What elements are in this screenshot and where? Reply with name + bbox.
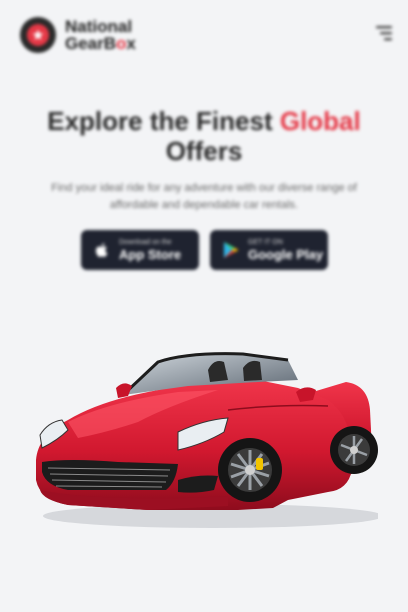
header: National GearBox (0, 0, 408, 72)
menu-icon[interactable] (374, 24, 394, 42)
brand-line-1: National (65, 17, 133, 36)
star-icon (32, 29, 44, 40)
hero-title: Explore the Finest Global Offers (47, 106, 361, 166)
apple-icon (95, 243, 108, 258)
google-play-button[interactable]: GET IT ON Google Play (210, 230, 328, 270)
brand-name[interactable]: National GearBox (65, 18, 136, 52)
app-store-caption: Download on the (119, 238, 172, 246)
google-play-icon (224, 242, 239, 258)
google-play-label: Google Play (248, 246, 324, 262)
google-play-caption: GET IT ON (248, 238, 283, 246)
brand-line-2: GearBox (65, 34, 136, 53)
app-store-label: App Store (119, 246, 182, 262)
hero-subtitle: Find your ideal ride for any adventure w… (51, 182, 357, 211)
app-store-button[interactable]: Download on the App Store (81, 230, 199, 270)
logo-icon[interactable] (20, 17, 56, 53)
hero-car-image (36, 352, 378, 528)
